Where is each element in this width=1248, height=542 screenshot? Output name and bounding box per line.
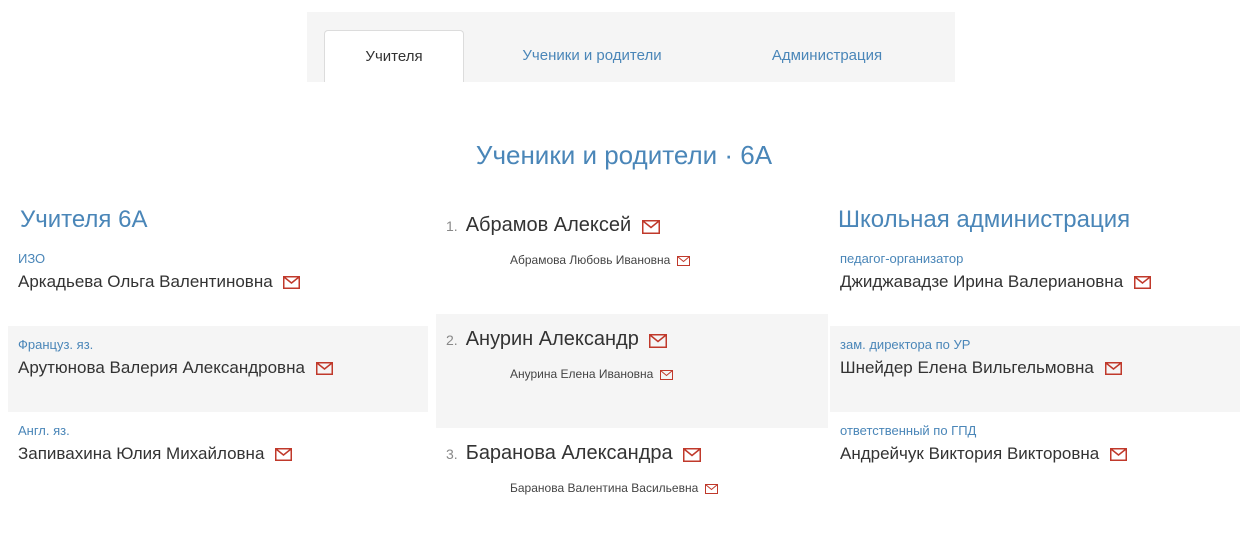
- admin-entry: ответственный по ГПД Андрейчук Виктория …: [830, 412, 1240, 498]
- teacher-role: Англ. яз.: [18, 423, 70, 438]
- admin-entry: педагог-организатор Джиджавадзе Ирина Ва…: [830, 240, 1240, 326]
- student-entry: 2. Анурин Александр Анурина Елена Ивановн…: [436, 314, 828, 428]
- envelope-icon[interactable]: [659, 369, 673, 380]
- envelope-icon[interactable]: [1104, 362, 1122, 376]
- teacher-name[interactable]: Арутюнова Валерия Александровна: [18, 358, 305, 377]
- parent-name[interactable]: Анурина Елена Ивановна: [510, 367, 653, 381]
- teacher-role: ИЗО: [18, 251, 46, 266]
- teacher-entry: Француз. яз. Арутюнова Валерия Александр…: [8, 326, 428, 412]
- envelope-icon[interactable]: [649, 333, 668, 348]
- admin-role: зам. директора по УР: [840, 337, 971, 352]
- tab-teachers[interactable]: Учителя: [324, 30, 464, 82]
- envelope-icon[interactable]: [704, 483, 718, 494]
- envelope-icon[interactable]: [676, 255, 690, 266]
- teacher-role: Француз. яз.: [18, 337, 94, 352]
- student-name[interactable]: Абрамов Алексей: [466, 214, 632, 236]
- teachers-column: Учителя 6А ИЗО Аркадьева Ольга Валентино…: [8, 200, 428, 498]
- envelope-icon[interactable]: [641, 219, 660, 234]
- admin-name[interactable]: Андрейчук Виктория Викторовна: [840, 444, 1099, 463]
- admin-role: ответственный по ГПД: [840, 423, 977, 438]
- tab-students-parents[interactable]: Ученики и родители: [477, 30, 707, 82]
- tab-administration[interactable]: Администрация: [727, 30, 927, 82]
- admin-entry: зам. директора по УР Шнейдер Елена Вильг…: [830, 326, 1240, 412]
- envelope-icon[interactable]: [283, 276, 301, 290]
- teacher-entry: ИЗО Аркадьева Ольга Валентиновна: [8, 240, 428, 326]
- student-name[interactable]: Баранова Александра: [466, 442, 673, 464]
- envelope-icon[interactable]: [315, 362, 333, 376]
- student-entry: 3. Баранова Александра Баранова Валентина…: [436, 428, 828, 542]
- parent-name[interactable]: Баранова Валентина Васильевна: [510, 481, 698, 495]
- teachers-title: Учителя 6А: [20, 206, 148, 233]
- admin-role: педагог-организатор: [840, 251, 964, 266]
- student-name[interactable]: Анурин Александр: [466, 328, 639, 350]
- teacher-name[interactable]: Запивахина Юлия Михайловна: [18, 444, 264, 463]
- teacher-name[interactable]: Аркадьева Ольга Валентиновна: [18, 272, 273, 291]
- students-column: 1. Абрамов Алексей Абрамова Любовь Иванов…: [436, 200, 828, 542]
- parent-name[interactable]: Абрамова Любовь Ивановна: [510, 253, 670, 267]
- teacher-entry: Англ. яз. Запивахина Юлия Михайловна: [8, 412, 428, 498]
- page-title: Ученики и родители · 6А: [475, 140, 773, 170]
- tab-bar: Учителя Ученики и родители Администрация: [307, 12, 955, 82]
- student-number: 1.: [446, 218, 458, 234]
- envelope-icon[interactable]: [1110, 448, 1127, 462]
- student-entry: 1. Абрамов Алексей Абрамова Любовь Иванов…: [436, 200, 828, 314]
- envelope-icon[interactable]: [275, 448, 293, 462]
- envelope-icon[interactable]: [683, 447, 702, 462]
- admin-name[interactable]: Шнейдер Елена Вильгельмовна: [840, 358, 1094, 377]
- admin-name[interactable]: Джиджавадзе Ирина Валериановна: [840, 272, 1123, 291]
- administration-column: Школьная администрация педагог-организат…: [830, 200, 1240, 498]
- student-number: 2.: [446, 332, 458, 348]
- envelope-icon[interactable]: [1133, 276, 1151, 290]
- administration-title: Школьная администрация: [838, 206, 1131, 233]
- student-number: 3.: [446, 446, 458, 462]
